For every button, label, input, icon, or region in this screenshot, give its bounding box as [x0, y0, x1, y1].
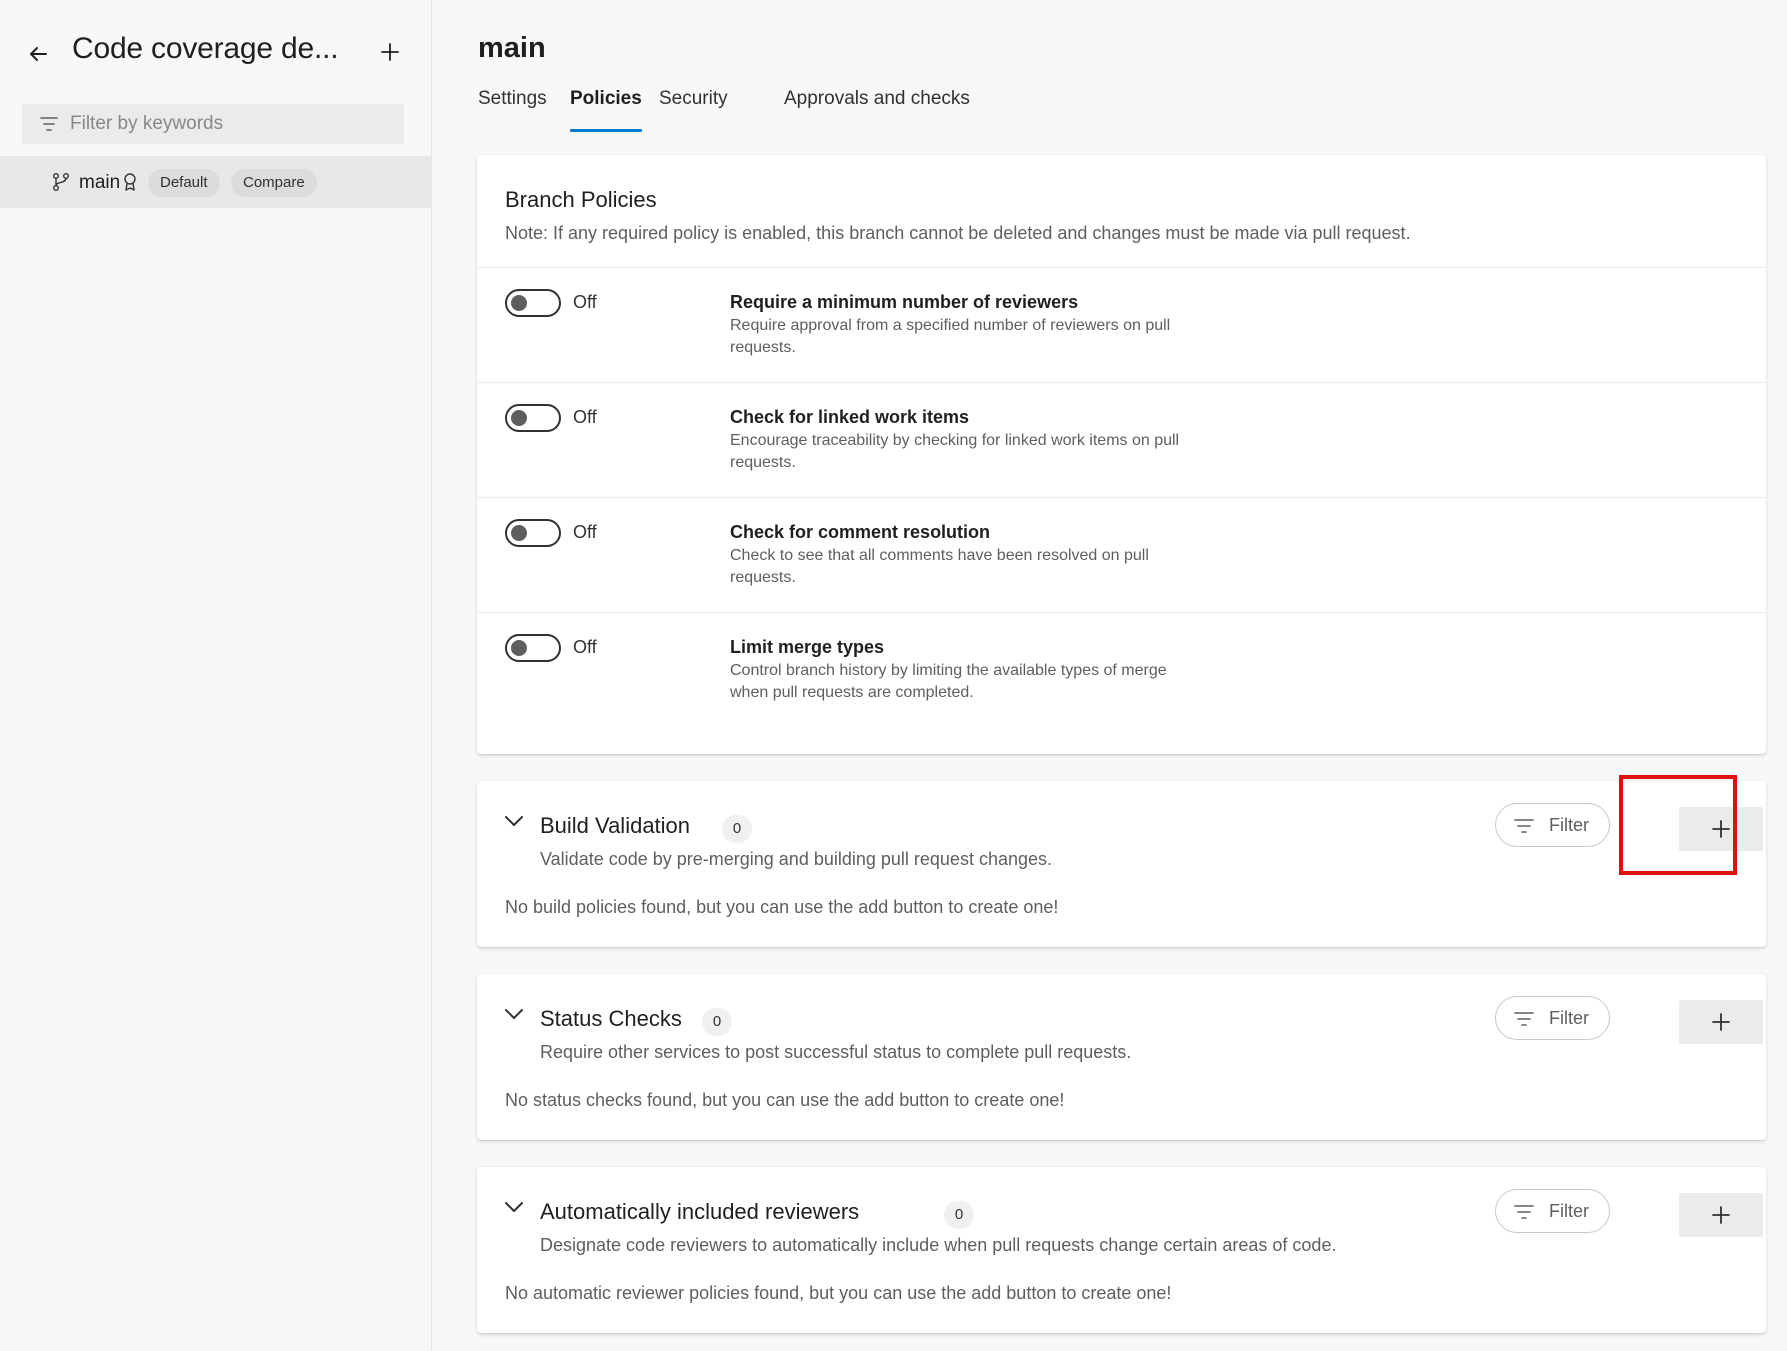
build-validation-card: Build Validation 0 Validate code by pre-… — [477, 781, 1766, 947]
sidebar-header: Code coverage de... — [0, 26, 432, 76]
count-badge: 0 — [702, 1008, 732, 1036]
chevron-down-icon[interactable] — [503, 1007, 525, 1021]
plus-icon — [1712, 820, 1730, 838]
toggle-state-label: Off — [573, 292, 597, 312]
filter-icon — [1514, 1205, 1534, 1219]
comment-resolution-toggle[interactable] — [505, 519, 561, 547]
default-badge: Default — [148, 169, 220, 197]
section-title: Automatically included reviewers — [540, 1199, 860, 1224]
count-badge: 0 — [722, 815, 752, 843]
section-description: Designate code reviewers to automaticall… — [540, 1235, 1337, 1255]
tab-security[interactable]: Security — [659, 88, 728, 134]
limit-merge-types-toggle[interactable] — [505, 634, 561, 662]
filter-button[interactable]: Filter — [1495, 803, 1610, 847]
policy-title: Check for linked work items — [730, 407, 970, 427]
git-branch-icon — [53, 173, 69, 191]
status-checks-card: Status Checks 0 Require other services t… — [477, 974, 1766, 1140]
add-build-policy-button[interactable] — [1679, 807, 1763, 851]
tab-approvals-and-checks[interactable]: Approvals and checks — [784, 88, 970, 134]
branch-policies-note: Note: If any required policy is enabled,… — [505, 223, 1411, 243]
new-branch-plus-icon[interactable] — [378, 40, 402, 64]
add-status-check-button[interactable] — [1679, 1000, 1763, 1044]
empty-state-message: No status checks found, but you can use … — [505, 1090, 1065, 1110]
plus-icon — [1712, 1206, 1730, 1224]
policy-description: Require approval from a specified number… — [730, 317, 1171, 356]
policy-title: Check for comment resolution — [730, 522, 991, 542]
branch-list-item-main[interactable]: main Default Compare — [0, 156, 432, 208]
section-description: Validate code by pre-merging and buildin… — [540, 849, 1052, 869]
chevron-down-icon[interactable] — [503, 814, 525, 828]
count-badge: 0 — [944, 1201, 974, 1229]
policy-title: Require a minimum number of reviewers — [730, 292, 1079, 312]
section-title: Status Checks — [540, 1006, 682, 1031]
filter-icon — [40, 117, 58, 131]
policy-description: Check to see that all comments have been… — [730, 547, 1149, 586]
sidebar: Code coverage de... main Default Compare — [0, 0, 432, 1351]
filter-button[interactable]: Filter — [1495, 996, 1610, 1040]
branch-filter-input[interactable] — [70, 104, 390, 144]
min-reviewers-toggle[interactable] — [505, 289, 561, 317]
page-title: main — [478, 32, 546, 64]
add-reviewer-policy-button[interactable] — [1679, 1193, 1763, 1237]
filter-button[interactable]: Filter — [1495, 1189, 1610, 1233]
repo-title: Code coverage de... — [72, 32, 339, 65]
filter-icon — [1514, 819, 1534, 833]
policy-description: Control branch history by limiting the a… — [730, 662, 1167, 701]
branch-name: main — [79, 172, 121, 193]
empty-state-message: No automatic reviewer policies found, bu… — [505, 1283, 1172, 1303]
toggle-state-label: Off — [573, 407, 597, 427]
empty-state-message: No build policies found, but you can use… — [505, 897, 1059, 917]
policy-title: Limit merge types — [730, 637, 885, 657]
filter-label: Filter — [1549, 815, 1589, 835]
back-arrow-icon[interactable] — [24, 40, 52, 68]
filter-icon — [1514, 1012, 1534, 1026]
branch-policies-card: Branch Policies Note: If any required po… — [477, 155, 1766, 754]
tab-settings[interactable]: Settings — [478, 88, 547, 134]
toggle-state-label: Off — [573, 522, 597, 542]
policy-row-limit-merge-types: Off Limit merge types Control branch his… — [477, 612, 1766, 727]
tab-policies[interactable]: Policies — [570, 88, 642, 134]
branch-filter-box[interactable] — [22, 104, 404, 144]
filter-label: Filter — [1549, 1008, 1589, 1028]
main-content: main Settings Policies Security Approval… — [433, 0, 1787, 1351]
branch-policies-title: Branch Policies — [505, 187, 657, 212]
policy-badge-icon — [124, 173, 136, 191]
toggle-state-label: Off — [573, 637, 597, 657]
policy-row-linked-work-items: Off Check for linked work items Encourag… — [477, 382, 1766, 497]
linked-work-items-toggle[interactable] — [505, 404, 561, 432]
auto-reviewers-card: Automatically included reviewers 0 Desig… — [477, 1167, 1766, 1333]
chevron-down-icon[interactable] — [503, 1200, 525, 1214]
section-title: Build Validation — [540, 813, 691, 838]
policy-row-min-reviewers: Off Require a minimum number of reviewer… — [477, 267, 1766, 382]
section-description: Require other services to post successfu… — [540, 1042, 1132, 1062]
plus-icon — [1712, 1013, 1730, 1031]
compare-badge[interactable]: Compare — [231, 169, 317, 197]
filter-label: Filter — [1549, 1201, 1589, 1221]
policy-description: Encourage traceability by checking for l… — [730, 432, 1180, 471]
policy-row-comment-resolution: Off Check for comment resolution Check t… — [477, 497, 1766, 612]
